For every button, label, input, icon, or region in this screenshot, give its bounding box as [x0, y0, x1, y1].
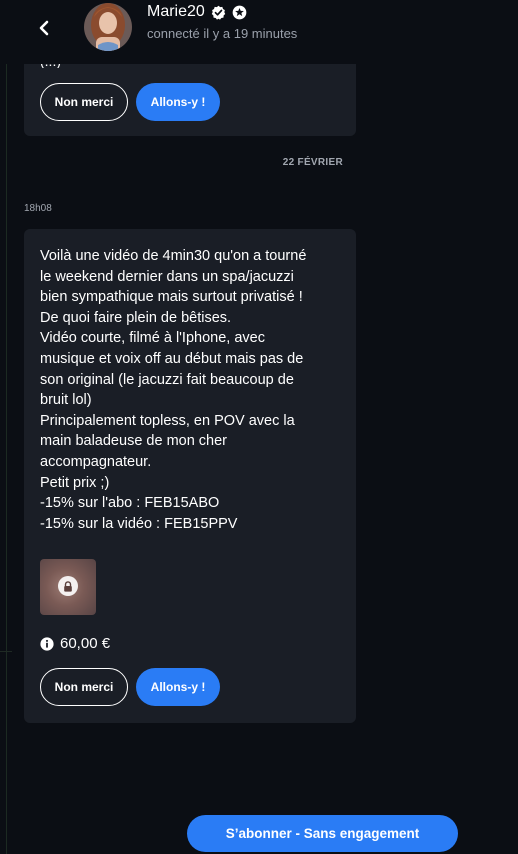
accept-button[interactable]: Allons-y !	[136, 668, 220, 706]
message-line: musique et voix off au début mais pas de	[40, 350, 304, 367]
message-line: Vidéo courte, filmé à l'Iphone, avec	[40, 330, 265, 347]
message-line: Voilà une vidéo de 4min30 qu'on a tourné	[40, 248, 307, 264]
message-line: Petit prix ;)	[40, 474, 110, 491]
avatar[interactable]	[84, 3, 132, 51]
locked-media-thumbnail[interactable]	[40, 559, 96, 615]
message-line: main baladeuse de mon cher	[40, 433, 228, 450]
creator-name[interactable]: Marie20	[147, 3, 205, 21]
info-icon[interactable]	[40, 636, 54, 651]
left-divider-tick	[0, 651, 12, 652]
message-line: le weekend dernier dans un spa/jacuzzi	[40, 268, 294, 285]
lock-badge	[58, 576, 78, 596]
message-line: bien sympathique mais surtout privatisé …	[40, 289, 303, 306]
message-line: -15% sur l'abo : FEB15ABO	[40, 495, 220, 512]
price-row: 60,00 €	[40, 635, 110, 652]
message-line: accompagnateur.	[40, 453, 152, 470]
name-row: Marie20	[147, 3, 247, 21]
date-separator: 22 FÉVRIER	[282, 157, 343, 168]
chat-header: Marie20 connecté il y a 19 minutes	[0, 0, 518, 64]
message-line: Principalement topless, en POV avec la	[40, 412, 295, 429]
online-status: connecté il y a 19 minutes	[147, 26, 298, 41]
message-line: bruit lol)	[40, 392, 92, 409]
verified-badge-icon	[211, 5, 226, 20]
decline-button[interactable]: Non merci	[40, 83, 128, 121]
message-card: Voilà une vidéo de 4min30 qu'on a tourné…	[24, 229, 356, 723]
message-time: 18h08	[24, 203, 52, 214]
star-badge-icon	[232, 5, 247, 19]
accept-button[interactable]: Allons-y !	[136, 83, 220, 121]
message-line: son original (le jacuzzi fait beaucoup d…	[40, 371, 294, 388]
message-line: -15% sur la vidéo : FEB15PPV	[40, 515, 238, 532]
message-price: 60,00 €	[60, 635, 111, 652]
subscribe-button[interactable]: S’abonner - Sans engagement	[187, 815, 458, 852]
previous-message-card: (...) Non merci Allons-y !	[24, 60, 356, 136]
back-arrow-icon	[39, 20, 49, 36]
message-line: De quoi faire plein de bêtises.	[40, 309, 232, 326]
message-text: Voilà une vidéo de 4min30 qu'on a tourné…	[40, 246, 345, 534]
lock-icon	[64, 580, 72, 592]
decline-button[interactable]: Non merci	[40, 668, 128, 706]
left-divider	[6, 60, 7, 854]
back-button[interactable]	[30, 14, 58, 42]
